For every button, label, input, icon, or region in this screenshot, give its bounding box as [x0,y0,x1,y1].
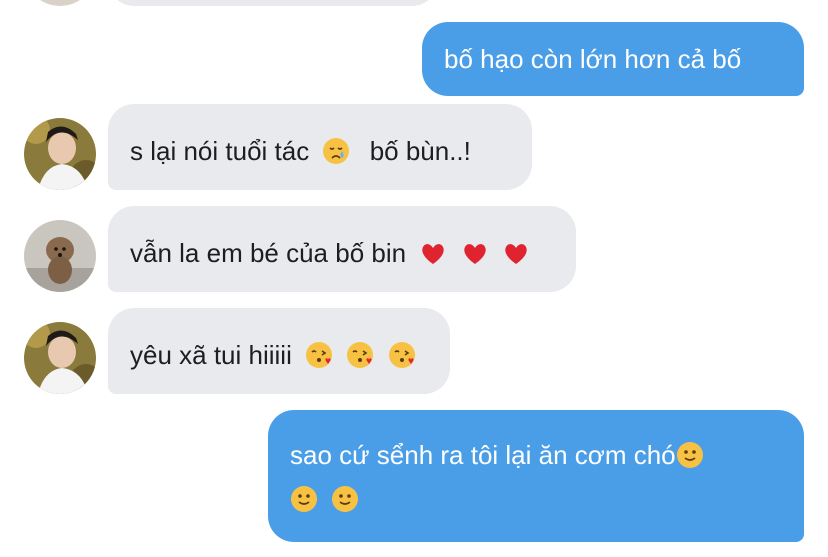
slight-smile-icon [290,485,318,513]
kissing-face-icon [346,341,374,369]
message-text-after: bố bùn..! [369,136,471,166]
message-text: s lại nói tuổi tác [130,136,310,166]
red-heart-icon [461,239,489,267]
red-heart-icon [419,239,447,267]
kissing-face-icon [388,341,416,369]
slight-smile-icon [331,485,359,513]
kissing-face-icon [305,341,333,369]
message-text: bố hạo còn lớn hơn cả bố [444,44,742,74]
message-bubble-incoming[interactable]: vẫn la em bé của bố bin [108,206,576,292]
chat-thread: bố hạo còn lớn hơn cả bố s lại nói tuổi … [0,0,828,557]
avatar-partial[interactable] [24,0,96,6]
person-avatar-icon[interactable] [24,322,96,394]
red-heart-icon [502,239,530,267]
crying-face-icon [322,137,350,165]
message-text: yêu xã tui hiiiii [130,340,292,370]
message-bubble-partial[interactable] [108,0,438,6]
message-bubble-incoming[interactable]: yêu xã tui hiiiii [108,308,450,394]
message-bubble-incoming[interactable]: s lại nói tuổi tác bố bùn..! [108,104,532,190]
dog-avatar-icon[interactable] [24,220,96,292]
slight-smile-icon [676,441,704,469]
message-bubble-outgoing[interactable]: sao cứ sểnh ra tôi lại ăn cơm chó [268,410,804,542]
message-text: sao cứ sểnh ra tôi lại ăn cơm chó [290,440,676,470]
message-bubble-outgoing[interactable]: bố hạo còn lớn hơn cả bố [422,22,804,96]
person-avatar-icon[interactable] [24,118,96,190]
message-text: vẫn la em bé của bố bin [130,238,407,268]
